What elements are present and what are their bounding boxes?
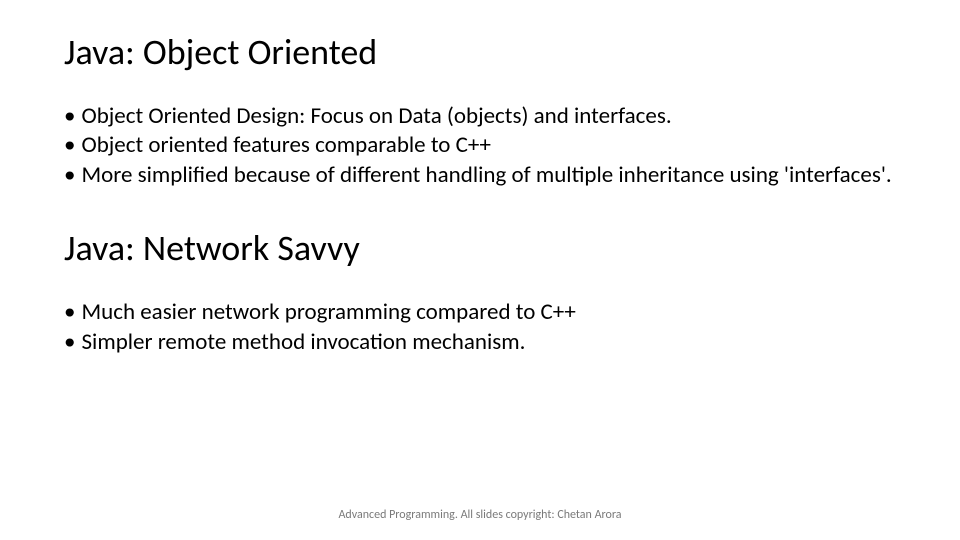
bullet-text: More simplified because of different han… bbox=[81, 161, 896, 190]
section-heading-2: Java: Network Savvy bbox=[64, 226, 896, 270]
bullet-icon: • bbox=[64, 298, 75, 327]
bullet-icon: • bbox=[64, 102, 75, 131]
bullet-text: Much easier network programming compared… bbox=[81, 298, 896, 327]
bullet-text: Object oriented features comparable to C… bbox=[81, 131, 896, 160]
bullet-icon: • bbox=[64, 328, 75, 357]
bullet-list-1: • Object Oriented Design: Focus on Data … bbox=[64, 102, 896, 190]
footer-copyright: Advanced Programming. All slides copyrig… bbox=[0, 508, 960, 522]
bullet-list-2: • Much easier network programming compar… bbox=[64, 298, 896, 357]
list-item: • Much easier network programming compar… bbox=[64, 298, 896, 327]
list-item: • Simpler remote method invocation mecha… bbox=[64, 328, 896, 357]
section-heading-1: Java: Object Oriented bbox=[64, 30, 896, 74]
list-item: • Object Oriented Design: Focus on Data … bbox=[64, 102, 896, 131]
bullet-text: Object Oriented Design: Focus on Data (o… bbox=[81, 102, 896, 131]
bullet-icon: • bbox=[64, 131, 75, 160]
bullet-icon: • bbox=[64, 161, 75, 190]
list-item: • More simplified because of different h… bbox=[64, 161, 896, 190]
list-item: • Object oriented features comparable to… bbox=[64, 131, 896, 160]
bullet-text: Simpler remote method invocation mechani… bbox=[81, 328, 896, 357]
